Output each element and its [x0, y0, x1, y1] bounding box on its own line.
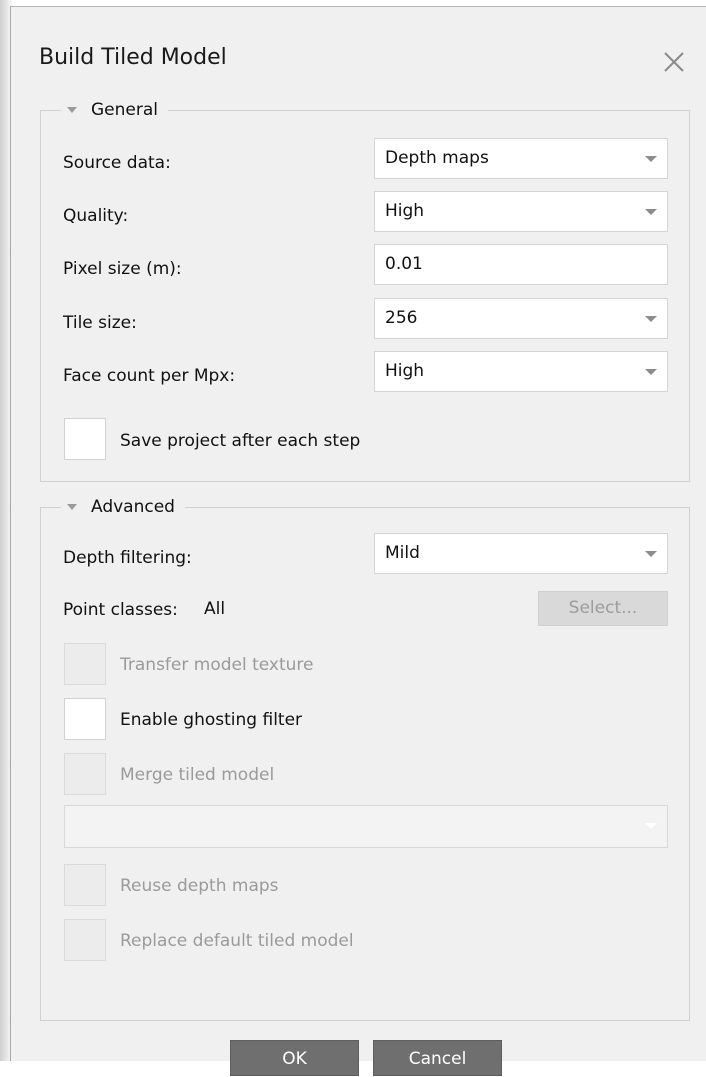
transfer-texture-label: Transfer model texture	[120, 655, 314, 675]
replace-default-label: Replace default tiled model	[120, 931, 354, 951]
ghosting-filter-label: Enable ghosting filter	[120, 710, 303, 730]
close-icon[interactable]	[659, 47, 689, 77]
tile-size-value: 256	[385, 308, 418, 328]
dialog-title: Build Tiled Model	[39, 45, 227, 70]
quality-label: Quality:	[63, 206, 129, 226]
source-data-label: Source data:	[63, 153, 171, 173]
depth-filtering-label: Depth filtering:	[63, 548, 192, 568]
depth-filtering-value: Mild	[385, 543, 420, 563]
general-section-label: General	[91, 100, 158, 120]
merge-model-select[interactable]	[64, 805, 668, 848]
face-count-label: Face count per Mpx:	[63, 366, 236, 386]
save-project-label: Save project after each step	[120, 431, 361, 451]
build-tiled-model-dialog: Build Tiled Model General Source data: D…	[10, 6, 706, 1076]
quality-value: High	[385, 201, 425, 221]
pixel-size-label: Pixel size (m):	[63, 259, 182, 279]
merge-tiled-checkbox[interactable]	[64, 753, 106, 795]
point-classes-value: All	[204, 599, 226, 619]
face-count-value: High	[385, 361, 425, 381]
replace-default-checkbox[interactable]	[64, 919, 106, 961]
chevron-down-icon	[645, 369, 657, 375]
save-project-checkbox[interactable]	[64, 418, 106, 460]
chevron-down-icon	[645, 316, 657, 322]
face-count-select[interactable]: High	[374, 351, 668, 392]
advanced-section-toggle[interactable]: Advanced	[61, 494, 185, 520]
tile-size-select[interactable]: 256	[374, 298, 668, 339]
pixel-size-input[interactable]: 0.01	[374, 244, 668, 285]
general-section-toggle[interactable]: General	[61, 97, 168, 123]
reuse-depth-label: Reuse depth maps	[120, 876, 279, 896]
transfer-texture-checkbox[interactable]	[64, 643, 106, 685]
quality-select[interactable]: High	[374, 191, 668, 232]
reuse-depth-checkbox[interactable]	[64, 864, 106, 906]
tile-size-label: Tile size:	[63, 313, 137, 333]
ghosting-filter-checkbox[interactable]	[64, 698, 106, 740]
chevron-down-icon	[645, 551, 657, 557]
merge-tiled-label: Merge tiled model	[120, 765, 275, 785]
collapse-triangle-icon	[67, 504, 77, 510]
source-data-select[interactable]: Depth maps	[374, 138, 668, 179]
chevron-down-icon	[645, 156, 657, 162]
point-classes-label: Point classes:	[63, 600, 178, 620]
source-data-value: Depth maps	[385, 148, 489, 168]
select-classes-button[interactable]: Select...	[538, 591, 668, 626]
advanced-section-label: Advanced	[91, 497, 175, 517]
cancel-button[interactable]: Cancel	[373, 1040, 502, 1076]
chevron-down-icon	[645, 209, 657, 215]
depth-filtering-select[interactable]: Mild	[374, 533, 668, 574]
collapse-triangle-icon	[67, 107, 77, 113]
chevron-down-icon	[645, 823, 657, 829]
ok-button[interactable]: OK	[230, 1040, 359, 1076]
